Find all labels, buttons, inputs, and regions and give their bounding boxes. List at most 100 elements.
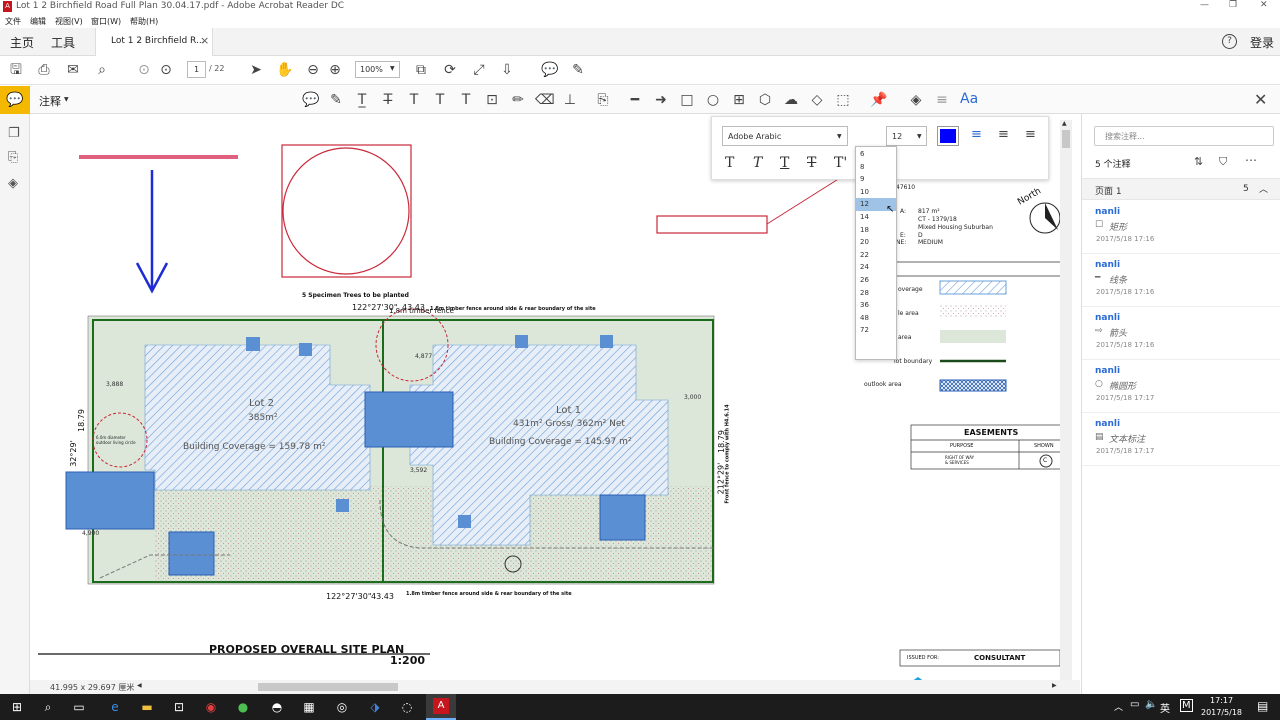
vertical-scrollbar[interactable]: ▲ — [1060, 120, 1072, 680]
align-left-icon[interactable]: ≡ — [971, 127, 982, 142]
chrome-icon[interactable]: ◉ — [200, 697, 222, 717]
next-page-icon[interactable]: ⊙ — [157, 61, 175, 79]
scroll-thumb[interactable] — [1062, 130, 1070, 148]
comment-search-input[interactable]: 搜索注释... — [1094, 126, 1274, 146]
file-explorer-icon[interactable]: ▬ — [136, 697, 158, 717]
volume-icon[interactable]: 🔈 — [1145, 699, 1157, 710]
align-center-icon[interactable]: ≡ — [998, 127, 1009, 142]
wechat-icon[interactable]: ● — [232, 697, 254, 717]
filter-icon[interactable]: ⛉ — [1219, 155, 1227, 169]
ime-indicator[interactable]: M — [1180, 699, 1193, 712]
italic-text-icon[interactable]: T — [753, 155, 762, 171]
select-tool-icon[interactable]: ➤ — [247, 61, 265, 79]
text-properties-button[interactable]: Aa — [960, 91, 978, 107]
menu-window[interactable]: 窗口(W) — [91, 16, 121, 27]
font-size-option[interactable]: 28 — [856, 287, 896, 300]
scroll-mode-icon[interactable]: ⇩ — [498, 61, 516, 79]
comment-item[interactable]: nanli ○ 椭圆形 2017/5/18 17:17 — [1082, 361, 1280, 413]
notification-icon[interactable]: ▤ — [1257, 699, 1268, 713]
start-icon[interactable]: ⊞ — [6, 697, 28, 717]
line-width-icon[interactable]: ≡ — [933, 91, 951, 109]
menu-edit[interactable]: 编辑 — [30, 16, 46, 27]
underline-text-icon[interactable]: T — [780, 155, 789, 171]
polyline-icon[interactable]: ◇ — [808, 91, 826, 109]
tray-up-icon[interactable]: ︿ — [1114, 700, 1123, 713]
minimize-button[interactable]: — — [1200, 0, 1209, 10]
font-size-option[interactable]: 48 — [856, 312, 896, 325]
store-icon[interactable]: ⊡ — [168, 697, 190, 717]
zoom-out-icon[interactable]: ⊖ — [304, 61, 322, 79]
sticky-note-icon[interactable]: 💬 — [302, 91, 320, 109]
zoom-select[interactable]: 100% ▼ — [355, 61, 400, 78]
comment-item[interactable]: nanli ☐ 矩形 2017/5/18 17:16 — [1082, 202, 1280, 254]
app-icon-4[interactable]: ◌ — [396, 697, 418, 717]
app-icon-3[interactable]: ⬗ — [364, 697, 386, 717]
font-size-option[interactable]: 10 — [856, 186, 896, 199]
strikethrough-text-icon[interactable]: T — [807, 155, 816, 171]
chevron-down-icon[interactable]: ▼ — [64, 96, 69, 103]
callout-icon[interactable]: ⊞ — [730, 91, 748, 109]
text-box-icon[interactable]: ⊡ — [483, 91, 501, 109]
font-size-option[interactable]: 6 — [856, 148, 896, 161]
page-number-input[interactable]: 1 — [187, 61, 206, 78]
cloud-icon[interactable]: ☁ — [782, 91, 800, 109]
highlight-pen-icon[interactable]: ✎ — [569, 61, 587, 79]
add-text-icon[interactable]: T — [457, 91, 475, 109]
tab-tools[interactable]: 工具 — [51, 34, 75, 51]
email-icon[interactable]: ✉ — [64, 61, 82, 79]
font-size-option[interactable]: 72 — [856, 324, 896, 337]
attachments-icon[interactable]: ⎘ — [8, 150, 18, 165]
acrobat-task-icon[interactable]: A — [426, 694, 456, 720]
menu-file[interactable]: 文件 — [5, 16, 21, 27]
highlight-icon[interactable]: ✎ — [327, 91, 345, 109]
scroll-right-icon[interactable]: ▶ — [1052, 682, 1057, 689]
font-size-option[interactable]: 22 — [856, 249, 896, 262]
font-size-option[interactable]: 36 — [856, 299, 896, 312]
rectangle-icon[interactable]: □ — [678, 91, 696, 109]
comment-label[interactable]: 注释 — [39, 93, 61, 109]
font-size-select[interactable]: 12 ▼ — [886, 126, 927, 146]
font-family-select[interactable]: Adobe Arabic ▼ — [722, 126, 848, 146]
comment-item[interactable]: nanli ⇨ 箭头 2017/5/18 17:16 — [1082, 308, 1280, 360]
font-size-option[interactable]: 8 — [856, 161, 896, 174]
search-icon[interactable]: ⌕ — [37, 697, 59, 717]
app-icon-1[interactable]: ◓ — [266, 697, 288, 717]
tab-home[interactable]: 主页 — [10, 34, 34, 51]
font-size-option[interactable]: 20 — [856, 236, 896, 249]
scroll-left-icon[interactable]: ◀ — [137, 682, 142, 689]
underline-text-icon[interactable]: T̲ — [353, 91, 371, 109]
zoom-in-icon[interactable]: ⊕ — [326, 61, 344, 79]
tab-document[interactable]: Lot 1 2 Birchfield R... × — [95, 28, 213, 56]
attach-icon[interactable]: ⎘ — [594, 91, 612, 109]
font-size-option[interactable]: 24 — [856, 261, 896, 274]
stamp-icon[interactable]: ⊥ — [561, 91, 579, 109]
close-window-button[interactable]: ✕ — [1260, 0, 1268, 10]
sort-icon[interactable]: ⇅ — [1194, 155, 1203, 168]
clock-time[interactable]: 17:17 — [1210, 696, 1233, 705]
polygon-icon[interactable]: ⬡ — [756, 91, 774, 109]
comment-mode-icon[interactable]: 💬 — [0, 86, 30, 114]
calculator-icon[interactable]: ▦ — [298, 697, 320, 717]
pin-icon[interactable]: 📌 — [870, 91, 888, 109]
comment-item[interactable]: nanli ▤ 文本标注 2017/5/18 17:17 — [1082, 414, 1280, 466]
align-right-icon[interactable]: ≡ — [1025, 127, 1036, 142]
font-size-option[interactable]: 9 — [856, 173, 896, 186]
scroll-up-icon[interactable]: ▲ — [1062, 120, 1067, 127]
save-icon[interactable]: 🖫 — [7, 61, 25, 79]
page-thumbnails-icon[interactable]: ❐ — [8, 126, 20, 141]
fullscreen-icon[interactable]: ⤢ — [470, 61, 488, 79]
close-comment-icon[interactable]: ✕ — [1254, 90, 1267, 109]
bold-text-icon[interactable]: T — [725, 155, 734, 171]
strikethrough-icon[interactable]: T̶ — [379, 91, 397, 109]
login-button[interactable]: 登录 — [1250, 34, 1274, 51]
comment-item[interactable]: nanli ━ 线条 2017/5/18 17:16 — [1082, 255, 1280, 307]
arrow-icon[interactable]: ➜ — [652, 91, 670, 109]
oval-icon[interactable]: ○ — [704, 91, 722, 109]
clock-date[interactable]: 2017/5/18 — [1201, 708, 1242, 717]
superscript-icon[interactable]: T' — [834, 155, 847, 171]
network-icon[interactable]: ▭ — [1130, 699, 1139, 710]
tab-close-icon[interactable]: × — [200, 34, 209, 47]
print-icon[interactable]: ⎙ — [35, 61, 53, 79]
language-indicator[interactable]: 英 — [1160, 700, 1170, 715]
font-size-option[interactable]: 18 — [856, 224, 896, 237]
